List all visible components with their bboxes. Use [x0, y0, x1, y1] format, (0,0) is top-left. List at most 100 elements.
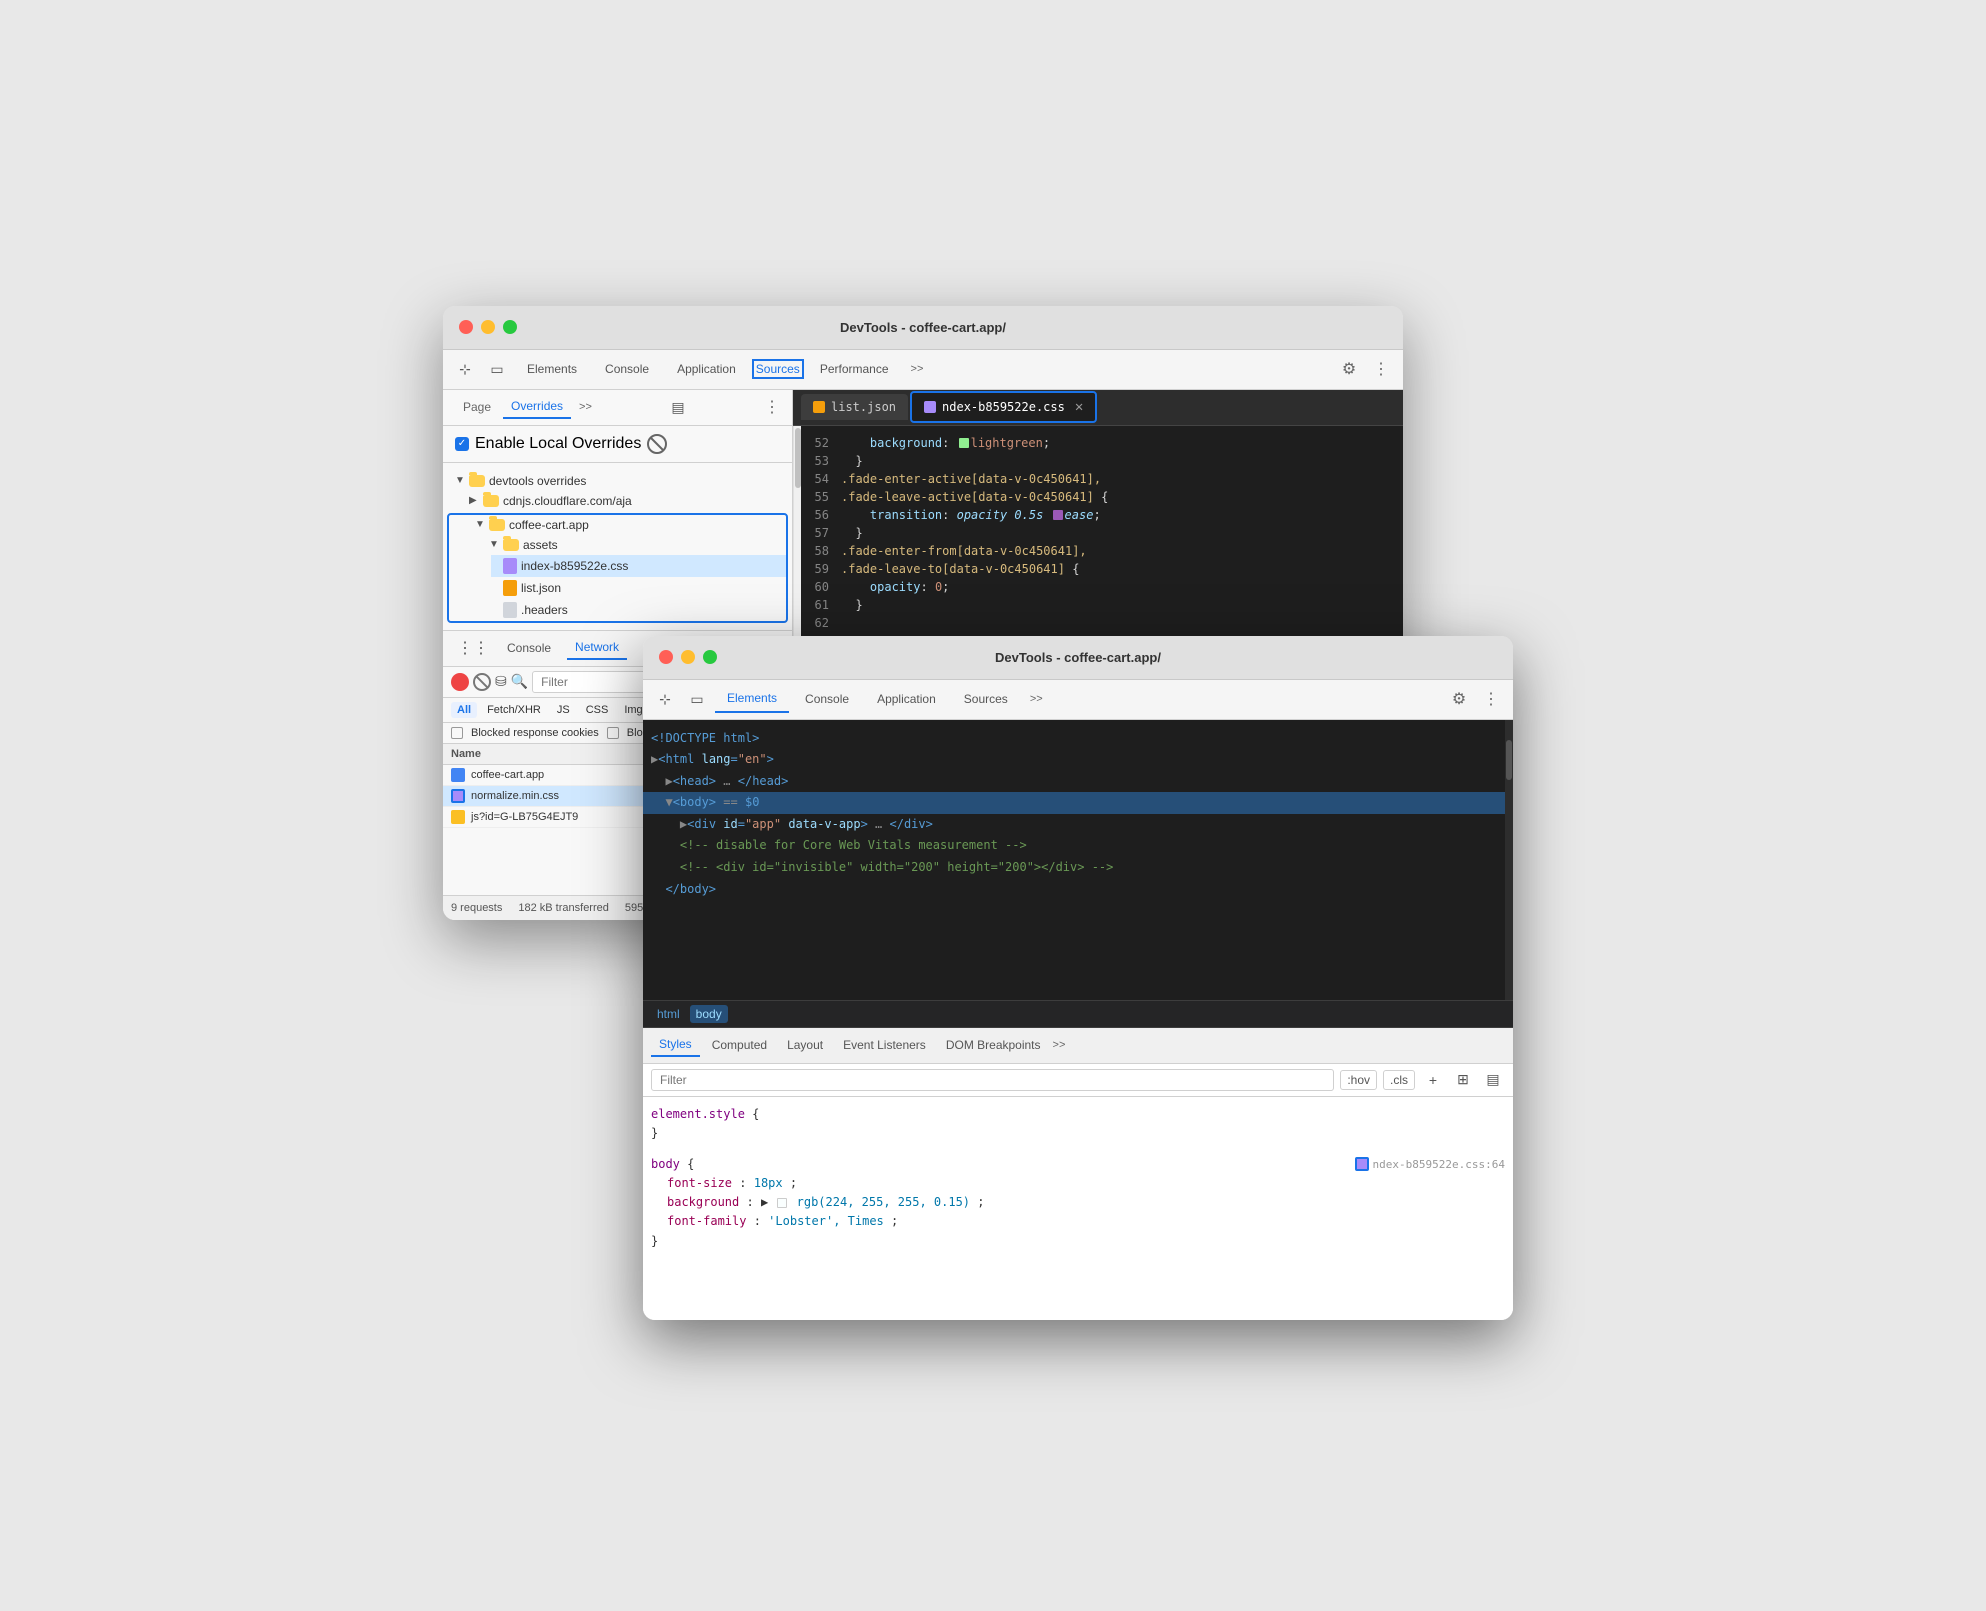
file-icon-list-json [503, 580, 517, 596]
styles-tab-styles[interactable]: Styles [651, 1033, 700, 1057]
folder-icon-coffee-cart [489, 519, 505, 531]
code-tab-index-css[interactable]: ndex-b859522e.css ✕ [910, 391, 1097, 423]
styles-tab-dom-breakpoints[interactable]: DOM Breakpoints [938, 1034, 1049, 1056]
sidebar-more-tabs[interactable]: >> [579, 401, 592, 413]
tab-elements[interactable]: Elements [515, 356, 589, 382]
style-rule-element: element.style { } [651, 1105, 1505, 1143]
record-button[interactable] [451, 673, 469, 691]
tree-item-headers[interactable]: .headers [491, 599, 786, 621]
hov-button[interactable]: :hov [1340, 1070, 1377, 1090]
clear-overrides-icon[interactable] [647, 434, 667, 454]
styles-tab-computed[interactable]: Computed [704, 1034, 775, 1056]
maximize-button[interactable] [503, 320, 517, 334]
add-style-icon[interactable]: + [1421, 1068, 1445, 1092]
front-tab-sources[interactable]: Sources [952, 686, 1020, 712]
source-link-icon [1355, 1157, 1369, 1171]
front-tab-elements[interactable]: Elements [715, 685, 789, 713]
html-line-body-selected[interactable]: ▼<body> == $0 [643, 792, 1513, 814]
new-style-rule-icon[interactable]: ⊞ [1451, 1068, 1475, 1092]
elements-scrollbar-thumb[interactable] [1506, 740, 1512, 780]
filter-all[interactable]: All [451, 702, 477, 718]
search-icon[interactable]: 🔍 [511, 673, 528, 690]
front-close-button[interactable] [659, 650, 673, 664]
front-device-icon[interactable]: ▭ [683, 685, 711, 713]
tab-network-bottom[interactable]: Network [567, 636, 627, 660]
code-line-58: .fade-enter-from[data-v-0c450641], [841, 542, 1403, 560]
window-controls [459, 320, 517, 334]
styles-panel-tabs: Styles Computed Layout Event Listeners D… [643, 1028, 1513, 1064]
sidebar-layout-icon[interactable]: ▤ [664, 393, 692, 421]
background-color-swatch[interactable] [777, 1198, 787, 1208]
html-line-head: ▶<head> … </head> [651, 771, 1505, 793]
clear-button[interactable] [473, 673, 491, 691]
minimize-button[interactable] [481, 320, 495, 334]
breadcrumb-body[interactable]: body [690, 1005, 728, 1023]
sidebar-dots-menu[interactable]: ⋮ [764, 397, 780, 417]
styles-content: element.style { } body { [643, 1097, 1513, 1320]
tab-close-icon[interactable]: ✕ [1075, 399, 1083, 415]
code-line-59: .fade-leave-to[data-v-0c450641] { [841, 560, 1403, 578]
back-toolbar: ⊹ ▭ Elements Console Application Sources… [443, 350, 1403, 390]
inspect-element-icon[interactable]: ⊹ [451, 355, 479, 383]
row-name-coffee-cart: coffee-cart.app [471, 769, 544, 781]
tree-item-assets[interactable]: ▼ assets [477, 535, 786, 555]
tree-item-index-css[interactable]: index-b859522e.css [491, 555, 786, 577]
tab-console[interactable]: Console [593, 356, 661, 382]
front-minimize-button[interactable] [681, 650, 695, 664]
styles-tab-layout[interactable]: Layout [779, 1034, 831, 1056]
close-button[interactable] [459, 320, 473, 334]
front-maximize-button[interactable] [703, 650, 717, 664]
settings-icon[interactable]: ⚙ [1335, 355, 1363, 383]
blocked-cookies-checkbox[interactable] [451, 727, 463, 739]
row-name-normalize: normalize.min.css [471, 790, 559, 802]
elements-panel: <!DOCTYPE html> ▶<html lang="en"> ▶<head… [643, 720, 1513, 1000]
code-line-56: transition: opacity 0.5s ease; [841, 506, 1403, 524]
html-line-html: ▶<html lang="en"> [651, 749, 1505, 771]
tab-console-bottom[interactable]: Console [499, 637, 559, 659]
more-tabs-icon[interactable]: >> [905, 359, 930, 379]
filter-css[interactable]: CSS [580, 702, 615, 718]
filter-fetch-xhr[interactable]: Fetch/XHR [481, 702, 547, 718]
styles-tab-event-listeners[interactable]: Event Listeners [835, 1034, 934, 1056]
filter-js[interactable]: JS [551, 702, 576, 718]
file-icon-js [451, 810, 465, 824]
tab-application[interactable]: Application [665, 356, 748, 382]
code-line-54: .fade-enter-active[data-v-0c450641], [841, 470, 1403, 488]
styles-filter-input[interactable] [651, 1069, 1334, 1091]
sidebar-tab-page[interactable]: Page [455, 396, 499, 418]
front-window-controls [659, 650, 717, 664]
tree-item-list-json[interactable]: list.json [491, 577, 786, 599]
front-title-bar: DevTools - coffee-cart.app/ [643, 636, 1513, 680]
code-line-61: } [841, 596, 1403, 614]
front-tab-console[interactable]: Console [793, 686, 861, 712]
front-more-tabs[interactable]: >> [1024, 689, 1049, 709]
front-devtools-window: DevTools - coffee-cart.app/ ⊹ ▭ Elements… [643, 636, 1513, 1320]
tab-performance[interactable]: Performance [808, 356, 901, 382]
front-inspect-icon[interactable]: ⊹ [651, 685, 679, 713]
more-options-icon[interactable]: ⋮ [1367, 355, 1395, 383]
cls-button[interactable]: .cls [1383, 1070, 1415, 1090]
filter-icon[interactable]: ⛁ [495, 673, 507, 690]
source-link[interactable]: ndex-b859522e.css:64 [1355, 1156, 1505, 1174]
front-more-options-icon[interactable]: ⋮ [1477, 685, 1505, 713]
device-toolbar-icon[interactable]: ▭ [483, 355, 511, 383]
sidebar-tab-overrides[interactable]: Overrides [503, 395, 571, 419]
toggle-sidebar-icon[interactable]: ▤ [1481, 1068, 1505, 1092]
tree-item-coffee-cart[interactable]: ▼ coffee-cart.app [463, 515, 786, 535]
style-rule-body: body { ndex-b859522e.css:64 font [651, 1155, 1505, 1251]
body-selector: body [651, 1157, 680, 1171]
tab-sources[interactable]: Sources [752, 359, 804, 379]
breadcrumb: html body [643, 1000, 1513, 1028]
css-tab-icon [924, 401, 936, 413]
blocked-requests-checkbox[interactable] [607, 727, 619, 739]
front-tab-application[interactable]: Application [865, 686, 948, 712]
front-settings-icon[interactable]: ⚙ [1445, 685, 1473, 713]
tree-label-cdnjs: cdnjs.cloudflare.com/aja [503, 494, 632, 508]
breadcrumb-html[interactable]: html [651, 1005, 686, 1023]
styles-more-tabs[interactable]: >> [1053, 1039, 1066, 1051]
decl-background: background : ▶ rgb(224, 255, 255, 0.15) … [667, 1193, 1505, 1212]
tree-item-cdnjs[interactable]: ▶ cdnjs.cloudflare.com/aja [457, 491, 792, 511]
tree-item-devtools-overrides[interactable]: ▼ devtools overrides [443, 471, 792, 491]
code-tab-list-json[interactable]: list.json [801, 394, 908, 420]
enable-overrides-checkbox[interactable] [455, 437, 469, 451]
